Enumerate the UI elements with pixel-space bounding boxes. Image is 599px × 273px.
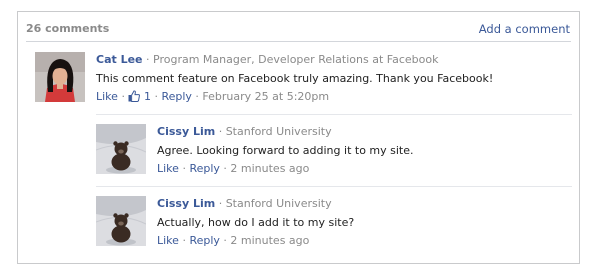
comment-body: Cat Lee · Program Manager, Developer Rel…: [96, 52, 493, 105]
separator: ·: [182, 234, 186, 247]
reply-link[interactable]: Reply: [189, 234, 219, 247]
add-comment-link[interactable]: Add a comment: [479, 22, 570, 36]
comment-text: This comment feature on Facebook truly a…: [96, 72, 494, 85]
reply-link[interactable]: Reply: [189, 162, 219, 175]
avatar[interactable]: [35, 52, 85, 102]
comment-timestamp: February 25 at 5:20pm: [202, 90, 330, 103]
separator: ·: [146, 53, 150, 66]
separator: ·: [223, 162, 227, 175]
comments-header: 26 comments Add a comment: [26, 21, 571, 42]
comment-timestamp: 2 minutes ago: [230, 162, 310, 175]
separator: ·: [195, 90, 199, 103]
commenter-name[interactable]: Cissy Lim: [157, 197, 215, 210]
avatar-photo-cissy-lim: [96, 196, 146, 246]
commenter-name[interactable]: Cissy Lim: [157, 125, 215, 138]
like-count[interactable]: 1: [144, 90, 151, 103]
separator: ·: [182, 162, 186, 175]
separator: ·: [121, 90, 125, 103]
avatar[interactable]: [96, 196, 146, 246]
commenter-name[interactable]: Cat Lee: [96, 53, 143, 66]
avatar-photo-cissy-lim: [96, 124, 146, 174]
thumbs-up-icon[interactable]: [128, 90, 141, 107]
reply-divider: [96, 186, 572, 187]
reply-cissy-lim-1: Cissy Lim · Stanford University Agree. L…: [96, 124, 566, 182]
separator: ·: [218, 197, 223, 210]
comments-panel: 26 comments Add a comment Cat Lee · Prog…: [17, 11, 580, 264]
comment-cat-lee: Cat Lee · Program Manager, Developer Rel…: [35, 52, 565, 112]
comment-text: Actually, how do I add it to my site?: [157, 216, 355, 229]
separator: ·: [154, 90, 158, 103]
comment-body: Cissy Lim · Stanford University Actually…: [157, 196, 354, 249]
reply-link[interactable]: Reply: [161, 90, 191, 103]
comment-count: 26 comments: [26, 22, 110, 35]
like-link[interactable]: Like: [157, 234, 179, 247]
commenter-affiliation: Stanford University: [225, 197, 332, 210]
commenter-affiliation: Program Manager, Developer Relations at …: [153, 53, 439, 66]
reply-cissy-lim-2: Cissy Lim · Stanford University Actually…: [96, 196, 566, 254]
like-link[interactable]: Like: [157, 162, 179, 175]
comment-text: Agree. Looking forward to adding it to m…: [157, 144, 414, 157]
separator: ·: [223, 234, 227, 247]
avatar[interactable]: [96, 124, 146, 174]
comment-body: Cissy Lim · Stanford University Agree. L…: [157, 124, 414, 177]
like-link[interactable]: Like: [96, 90, 118, 103]
comment-timestamp: 2 minutes ago: [230, 234, 310, 247]
commenter-affiliation: Stanford University: [225, 125, 332, 138]
reply-divider: [96, 114, 572, 115]
separator: ·: [218, 125, 223, 138]
avatar-photo-cat-lee: [35, 52, 85, 102]
